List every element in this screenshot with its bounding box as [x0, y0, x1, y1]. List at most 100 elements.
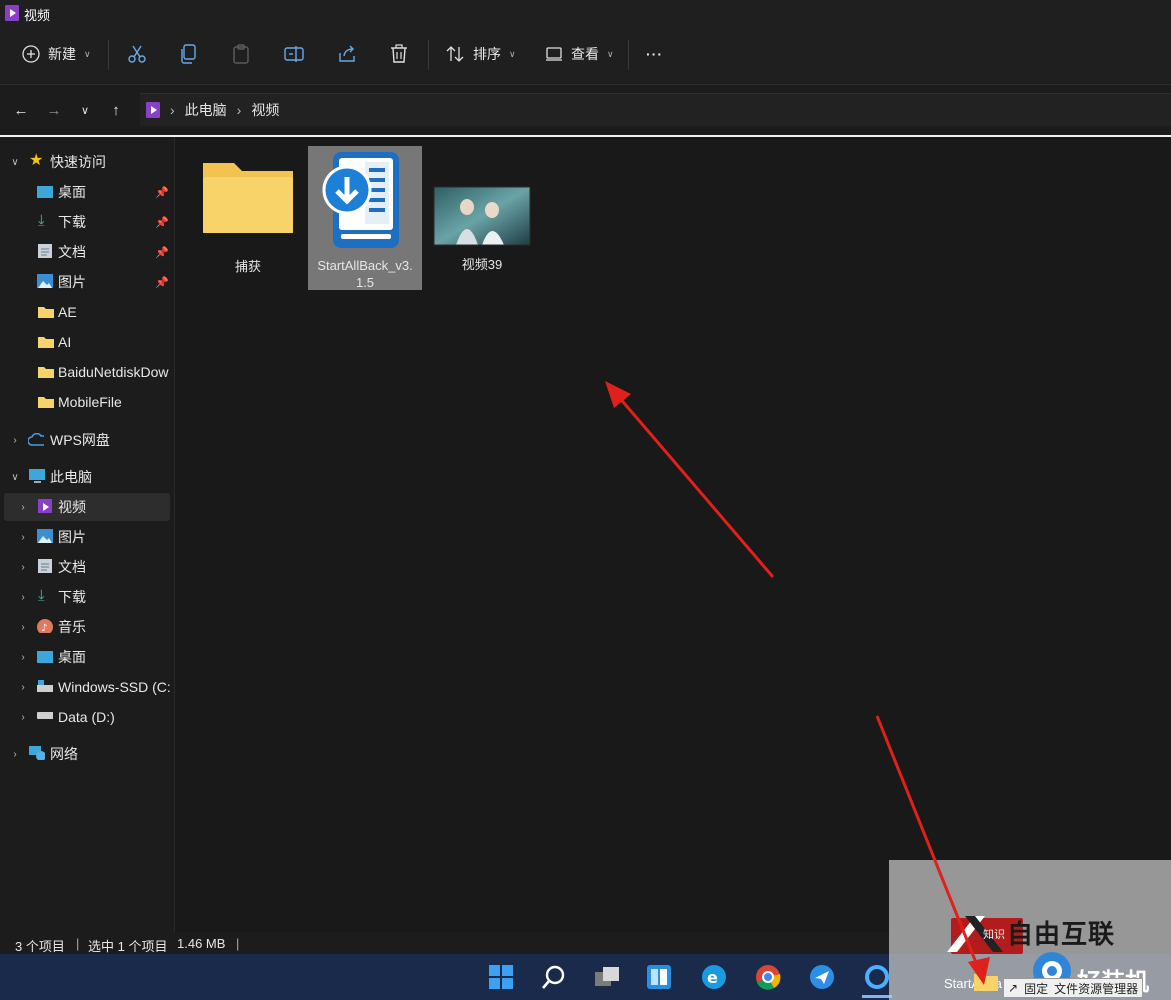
status-divider: |	[76, 936, 80, 951]
recent-locations-button[interactable]: ∨	[74, 99, 96, 121]
address-bar[interactable]: › 此电脑 › 视频	[140, 93, 1171, 126]
file-item-folder[interactable]: 捕获	[200, 157, 296, 277]
forward-button[interactable]: →	[43, 99, 65, 121]
sidebar-item-label: AE	[58, 304, 77, 320]
file-name-line2: 1.5	[355, 275, 375, 290]
sidebar-item-quick-access[interactable]: ∨ ★ 快速访问	[0, 148, 170, 176]
sidebar-item-drive-c[interactable]: › Windows-SSD (C:)	[0, 673, 170, 701]
file-name: 视频39	[461, 257, 503, 272]
share-button[interactable]	[337, 36, 357, 72]
sidebar-item-drive-d[interactable]: › Data (D:)	[0, 703, 170, 731]
file-name: 捕获	[234, 259, 261, 274]
more-options-button[interactable]: ···	[646, 36, 663, 72]
sidebar-item-baidunetdisk[interactable]: BaiduNetdiskDow	[0, 358, 170, 386]
active-app-indicator	[862, 995, 892, 998]
copy-button[interactable]	[180, 36, 198, 72]
rename-button[interactable]	[284, 36, 304, 72]
pictures-icon	[37, 529, 53, 543]
watermark-overlay: 知识 自由互联 好装机 StartAllBa ↗ 固定 文件资源管理器	[889, 860, 1171, 1000]
sidebar-item-label: BaiduNetdiskDow	[58, 364, 169, 380]
qq-browser-icon[interactable]	[864, 964, 890, 990]
network-icon	[29, 746, 45, 760]
file-name-line1: StartAllBack_v3.	[317, 258, 413, 273]
delete-button[interactable]	[390, 36, 408, 72]
view-button[interactable]: 查看 ∨	[545, 36, 614, 72]
sidebar-item-pc-documents[interactable]: › 文档	[0, 553, 170, 581]
chevron-right-icon: ›	[21, 561, 25, 573]
sidebar-item-downloads[interactable]: ⤓ 下载 📌	[0, 208, 170, 236]
new-label: 新建	[48, 46, 76, 62]
folder-icon	[38, 307, 54, 318]
feishu-icon[interactable]	[809, 964, 835, 990]
sidebar-item-label: 音乐	[58, 619, 86, 635]
chevron-right-icon: ›	[21, 621, 25, 633]
chevron-right-icon: ›	[21, 531, 25, 543]
arrow-right-icon: →	[46, 101, 62, 119]
sidebar-item-pc-pictures[interactable]: › 图片	[0, 523, 170, 551]
sidebar-item-network[interactable]: › 网络	[0, 740, 170, 768]
sidebar-item-label: 文档	[58, 559, 86, 575]
plus-circle-icon	[22, 45, 40, 63]
edge-browser-icon[interactable]: e	[701, 964, 727, 990]
toolbar-divider	[428, 40, 429, 70]
startallback-app-icon	[322, 152, 399, 248]
sidebar-item-wps-cloud[interactable]: › WPS网盘	[0, 426, 170, 454]
download-icon: ⤓	[38, 587, 45, 604]
breadcrumb-this-pc[interactable]: 此电脑	[185, 100, 227, 120]
view-label: 查看	[571, 46, 599, 62]
sidebar-item-documents[interactable]: 文档 📌	[0, 238, 170, 266]
sidebar-item-pictures[interactable]: 图片 📌	[0, 268, 170, 296]
computer-icon	[29, 469, 45, 483]
search-icon[interactable]	[541, 964, 567, 990]
chrome-icon[interactable]	[755, 964, 781, 990]
copy-icon	[181, 44, 196, 64]
navigation-row: ← → ∨ ↑ › 此电脑 › 视频	[0, 84, 1171, 136]
sidebar-item-ae[interactable]: AE	[0, 298, 170, 326]
watermark-small-text: 知识	[983, 929, 1005, 941]
selected-size: 1.46 MB	[177, 936, 226, 951]
sidebar-item-label: 文档	[58, 244, 86, 260]
sidebar-item-mobilefile[interactable]: MobileFile	[0, 388, 170, 416]
sidebar-item-desktop[interactable]: 桌面 📌	[0, 178, 170, 206]
cut-button[interactable]	[127, 36, 147, 72]
file-item-installer-selected[interactable]: StartAllBack_v3. 1.5	[308, 146, 422, 290]
widgets-icon[interactable]	[646, 964, 672, 990]
paste-button[interactable]	[232, 36, 250, 72]
music-icon: ♪	[37, 619, 53, 633]
chevron-down-icon: ∨	[11, 156, 19, 168]
toolbar-divider	[108, 40, 109, 70]
rename-icon	[284, 46, 304, 62]
watermark-brand: 自由互联	[1007, 919, 1116, 949]
sidebar-item-label: 网络	[50, 746, 78, 762]
sidebar-item-music[interactable]: › ♪ 音乐	[0, 613, 170, 641]
clipboard-icon	[233, 44, 249, 64]
folder-icon	[38, 337, 54, 348]
sidebar-item-this-pc[interactable]: ∨ 此电脑	[0, 463, 170, 491]
video-folder-icon	[38, 499, 52, 513]
sort-label: 排序	[473, 46, 501, 62]
breadcrumb-videos[interactable]: 视频	[251, 100, 279, 120]
sidebar-item-label: 桌面	[58, 184, 86, 200]
pin-icon: 📌	[155, 216, 169, 229]
task-view-icon[interactable]	[594, 964, 620, 990]
sidebar-item-label: 此电脑	[50, 469, 92, 485]
file-item-video[interactable]: 视频39	[430, 185, 534, 275]
drive-icon	[37, 680, 53, 692]
sidebar-item-ai[interactable]: AI	[0, 328, 170, 356]
chevron-down-icon: ∨	[607, 48, 614, 59]
sidebar-item-pc-downloads[interactable]: › ⤓ 下载	[0, 583, 170, 611]
chevron-right-icon: ›	[21, 651, 25, 663]
sidebar-item-label: 下载	[58, 214, 86, 230]
file-explorer-icon[interactable]	[973, 970, 999, 992]
navigation-pane: ∨ ★ 快速访问 桌面 📌 ⤓ 下载 📌 文档 📌 图片 📌 AE AI Bai…	[0, 137, 175, 932]
new-button[interactable]: 新建 ∨	[22, 36, 91, 72]
sidebar-item-pc-desktop[interactable]: › 桌面	[0, 643, 170, 671]
back-button[interactable]: ←	[10, 99, 32, 121]
up-button[interactable]: ↑	[105, 99, 127, 121]
svg-text:♪: ♪	[41, 623, 47, 633]
sort-button[interactable]: 排序 ∨	[445, 36, 516, 72]
sidebar-item-videos[interactable]: › 视频	[4, 493, 170, 521]
windows-start-icon[interactable]	[488, 964, 514, 990]
arrow-left-icon: ←	[13, 101, 29, 119]
star-icon: ★	[29, 152, 44, 169]
